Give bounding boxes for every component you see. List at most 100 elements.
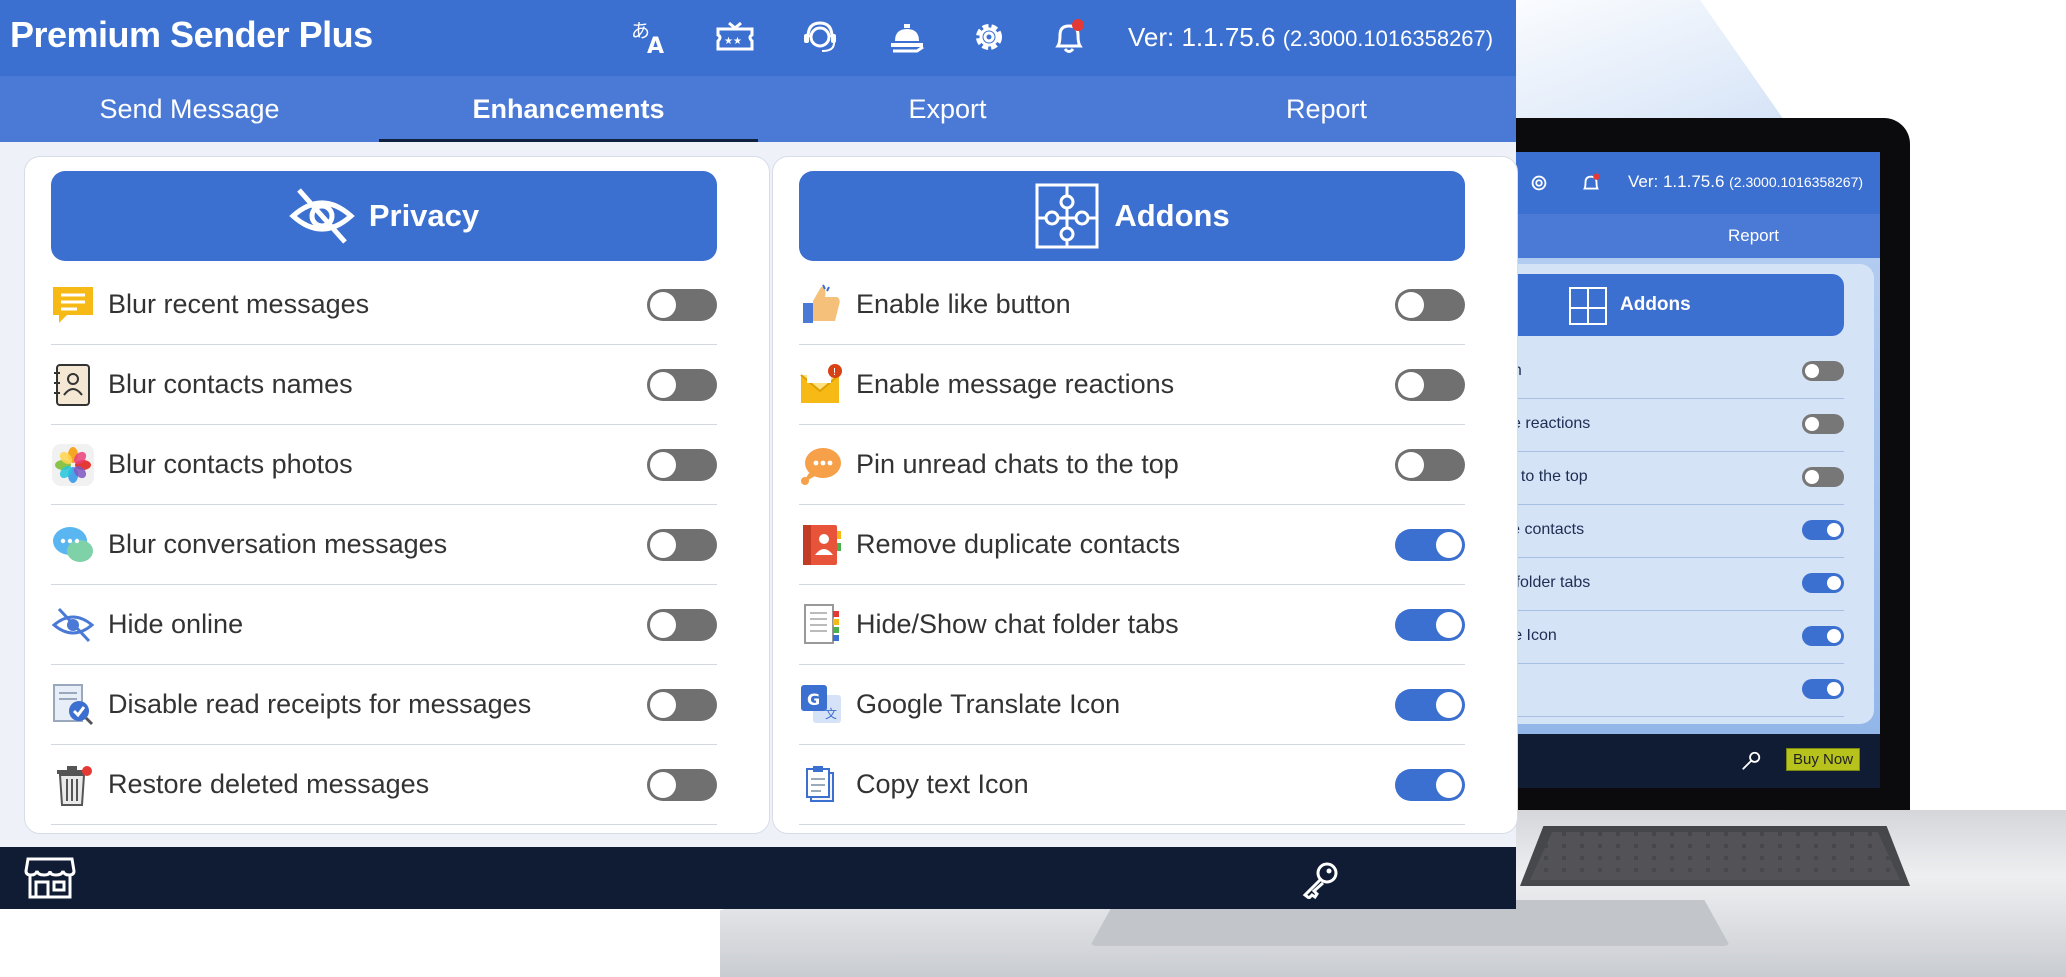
addons-row: Copy text Icon	[799, 745, 1465, 825]
svg-text:A: A	[647, 34, 664, 57]
mini-gear-icon	[1531, 175, 1547, 191]
addons-toggle[interactable]	[1395, 369, 1465, 401]
toggle-knob	[650, 372, 676, 398]
mini-addon-toggle	[1802, 361, 1844, 381]
toggle-knob	[1436, 772, 1462, 798]
envelope-badge-icon: !	[799, 363, 843, 407]
privacy-row-label: Hide online	[108, 609, 244, 639]
mini-addon-toggle	[1802, 520, 1844, 540]
addons-row-label: Google Translate Icon	[856, 689, 1121, 719]
clipboard-icon	[799, 763, 843, 807]
addons-toggle[interactable]	[1395, 769, 1465, 801]
addons-row-label: Enable message reactions	[856, 369, 1175, 399]
mini-bell-icon	[1583, 173, 1600, 190]
bell-icon[interactable]	[1046, 14, 1092, 60]
translate-icon[interactable]: あA	[626, 14, 672, 60]
mini-puzzle-icon	[1569, 287, 1607, 325]
privacy-toggle[interactable]	[647, 769, 717, 801]
addons-row: Pin unread chats to the top	[799, 425, 1465, 505]
addons-toggle[interactable]	[1395, 609, 1465, 641]
addons-card: Addons Enable like button! Enable message…	[772, 156, 1518, 834]
tab-enhancements[interactable]: Enhancements	[379, 76, 758, 142]
mini-tabs: ort Report	[1456, 214, 1880, 258]
store-icon[interactable]	[24, 855, 76, 906]
tab-bar: Send Message Enhancements Export Report	[0, 76, 1516, 142]
toggle-knob	[650, 772, 676, 798]
addons-toggle[interactable]	[1395, 449, 1465, 481]
app-window: Premium Sender Plus あA ★★ Ver: 1.1.75.6 …	[0, 0, 1518, 909]
toggle-knob	[1436, 692, 1462, 718]
gear-icon[interactable]	[966, 14, 1012, 60]
ticket-icon[interactable]: ★★	[712, 14, 758, 60]
toggle-knob	[1398, 452, 1424, 478]
privacy-row: Blur contacts names	[51, 345, 717, 425]
addons-row: Enable like button	[799, 265, 1465, 345]
addons-row: ! Enable message reactions	[799, 345, 1465, 425]
toggle-knob	[1398, 372, 1424, 398]
addons-row-label: Remove duplicate contacts	[856, 529, 1181, 559]
mini-addon-toggle	[1802, 414, 1844, 434]
addons-row: Remove duplicate contacts	[799, 505, 1465, 585]
privacy-row: Blur recent messages	[51, 265, 717, 345]
privacy-row-label: Blur contacts names	[108, 369, 353, 399]
privacy-row-label: Blur recent messages	[108, 289, 370, 319]
addons-row-label: Copy text Icon	[856, 769, 1029, 799]
google-translate-icon: G文	[799, 683, 843, 727]
privacy-toggle[interactable]	[647, 369, 717, 401]
mini-addon-toggle	[1802, 679, 1844, 699]
support-agent-icon[interactable]	[797, 14, 843, 60]
version-text: Ver: 1.1.75.6 (2.3000.1016358267)	[1128, 22, 1494, 52]
eye-off-icon	[289, 188, 355, 244]
addons-row-label: Pin unread chats to the top	[856, 449, 1179, 479]
mini-header: Ver: 1.1.75.6 (2.3000.1016358267)	[1456, 152, 1880, 214]
privacy-row: Blur contacts photos	[51, 425, 717, 505]
folder-tabs-icon	[799, 603, 843, 647]
privacy-toggle[interactable]	[647, 289, 717, 321]
privacy-card: Privacy Blur recent messages Blur contact…	[24, 156, 770, 834]
tab-report[interactable]: Report	[1137, 76, 1516, 142]
toggle-knob	[650, 532, 676, 558]
privacy-row-label: Blur conversation messages	[108, 529, 448, 559]
addons-toggle[interactable]	[1395, 289, 1465, 321]
addons-toggle[interactable]	[1395, 689, 1465, 721]
svg-text:★★: ★★	[724, 36, 742, 47]
mini-addon-toggle	[1802, 467, 1844, 487]
chat-dots-icon	[799, 443, 843, 487]
addons-row: Hide/Show chat folder tabs	[799, 585, 1465, 665]
photos-flower-icon	[51, 443, 95, 487]
eye-off-icon	[51, 603, 95, 647]
app-footer	[0, 847, 1516, 909]
privacy-banner[interactable]: Privacy	[51, 171, 717, 261]
toggle-knob	[1398, 292, 1424, 318]
addons-toggle[interactable]	[1395, 529, 1465, 561]
addons-row-label: Hide/Show chat folder tabs	[856, 609, 1179, 639]
privacy-toggle[interactable]	[647, 529, 717, 561]
privacy-title: Privacy	[368, 198, 480, 233]
thumbs-up-icon	[799, 283, 843, 327]
mini-version: Ver: 1.1.75.6 (2.3000.1016358267)	[1628, 172, 1864, 191]
service-bell-icon[interactable]	[884, 14, 930, 60]
laptop-keys	[1530, 832, 1900, 880]
addons-title: Addons	[1114, 198, 1230, 233]
privacy-row: Restore deleted messages	[51, 745, 717, 825]
svg-text:!: !	[833, 367, 837, 378]
privacy-row-label: Blur contacts photos	[108, 449, 353, 479]
privacy-toggle[interactable]	[647, 449, 717, 481]
addons-banner[interactable]: Addons	[799, 171, 1465, 261]
toggle-knob	[650, 452, 676, 478]
key-icon[interactable]	[1300, 861, 1340, 904]
mini-key-icon	[1742, 751, 1761, 770]
addons-row: G 文 Google Translate Icon	[799, 665, 1465, 745]
privacy-toggle[interactable]	[647, 689, 717, 721]
svg-text:G: G	[807, 690, 820, 709]
toggle-knob	[650, 292, 676, 318]
tab-export[interactable]: Export	[758, 76, 1137, 142]
toggle-knob	[1436, 612, 1462, 638]
tab-send-message[interactable]: Send Message	[0, 76, 379, 142]
mini-tab-report: Report	[1728, 226, 1780, 245]
app-title: Premium Sender Plus	[10, 14, 373, 55]
privacy-row: Disable read receipts for messages	[51, 665, 717, 745]
privacy-toggle[interactable]	[647, 609, 717, 641]
toggle-knob	[650, 692, 676, 718]
document-check-icon	[51, 683, 95, 727]
